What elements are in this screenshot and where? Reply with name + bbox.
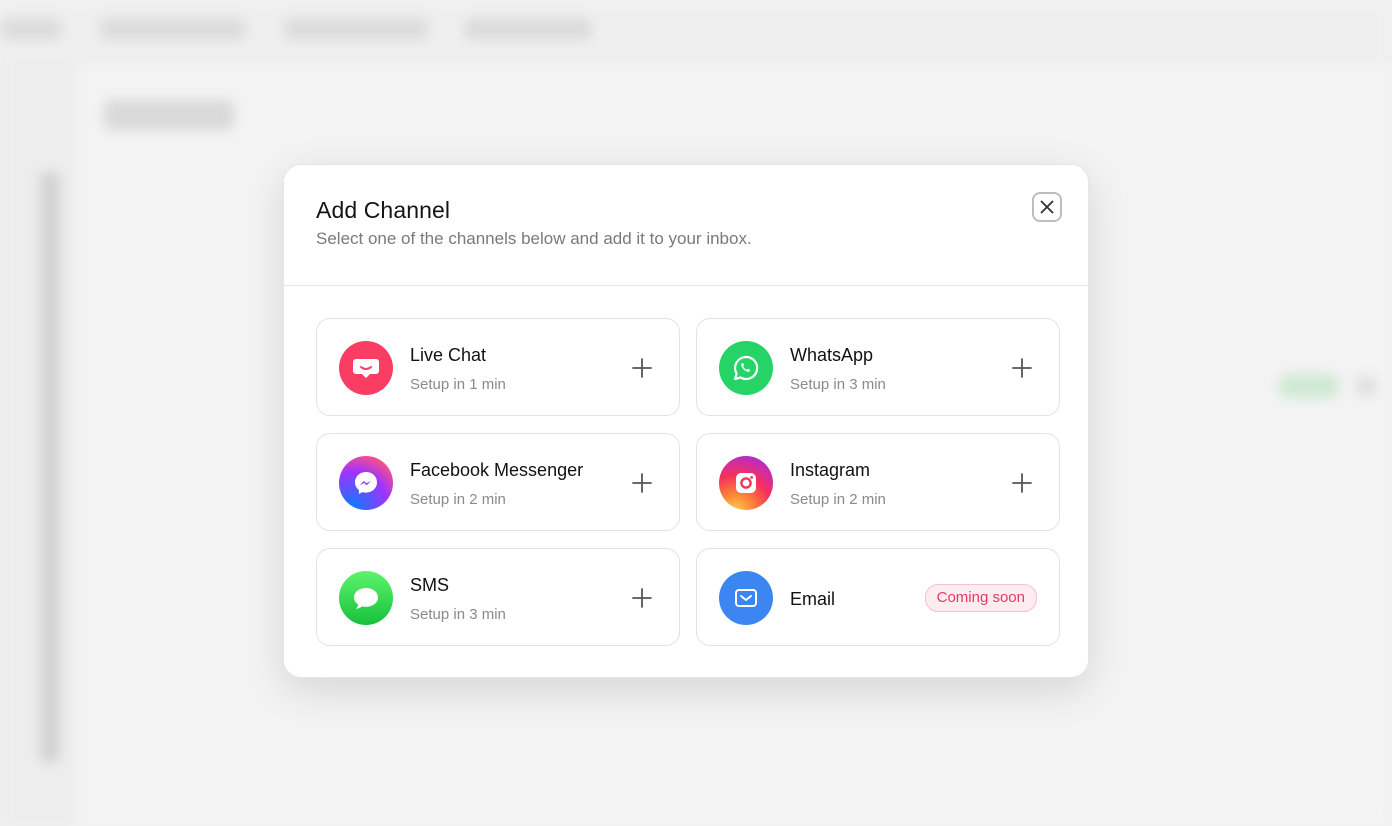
- channel-name: Facebook Messenger: [410, 460, 584, 480]
- channel-grid: Live Chat Setup in 1 min WhatsApp Setup …: [316, 318, 1060, 646]
- channel-setup-time: Setup in 2 min: [790, 491, 886, 508]
- channel-name: SMS: [410, 575, 450, 595]
- channel-setup-time: Setup in 1 min: [410, 376, 506, 393]
- background-sidebar: [0, 62, 75, 826]
- background-tab: [0, 18, 62, 40]
- background-tab: [100, 18, 246, 40]
- email-icon: [719, 571, 773, 625]
- channel-card-whatsapp[interactable]: WhatsApp Setup in 3 min: [696, 318, 1060, 416]
- coming-soon-badge: Coming soon: [924, 584, 1037, 612]
- background-topbar: [0, 0, 1392, 63]
- messenger-icon: [339, 456, 393, 510]
- channel-name: WhatsApp: [790, 345, 874, 365]
- plus-icon[interactable]: [629, 355, 655, 381]
- modal-title: Add Channel: [316, 197, 451, 223]
- channel-name: Instagram: [790, 460, 871, 480]
- sms-icon: [339, 571, 393, 625]
- channel-card-email: Email Coming soon: [696, 548, 1060, 646]
- channel-card-instagram[interactable]: Instagram Setup in 2 min: [696, 433, 1060, 531]
- plus-icon[interactable]: [1009, 470, 1035, 496]
- background-tab: [464, 18, 592, 40]
- plus-icon[interactable]: [629, 470, 655, 496]
- close-button[interactable]: [1032, 192, 1062, 222]
- background-menu: [1356, 377, 1376, 395]
- modal-subtitle: Select one of the channels below and add…: [316, 229, 752, 248]
- channel-card-sms[interactable]: SMS Setup in 3 min: [316, 548, 680, 646]
- modal-header: Add Channel Select one of the channels b…: [284, 165, 1088, 286]
- channel-card-live-chat[interactable]: Live Chat Setup in 1 min: [316, 318, 680, 416]
- background-tab: [284, 18, 428, 40]
- channel-setup-time: Setup in 2 min: [410, 491, 506, 508]
- whatsapp-icon: [719, 341, 773, 395]
- channel-setup-time: Setup in 3 min: [410, 606, 506, 623]
- channel-name: Live Chat: [410, 345, 487, 365]
- plus-icon[interactable]: [1009, 355, 1035, 381]
- close-icon: [1040, 200, 1054, 214]
- channel-card-facebook-messenger[interactable]: Facebook Messenger Setup in 2 min: [316, 433, 680, 531]
- background-status: [1278, 374, 1340, 398]
- background-rail: [40, 172, 60, 762]
- live-chat-icon: [339, 341, 393, 395]
- add-channel-modal: Add Channel Select one of the channels b…: [283, 164, 1089, 678]
- background-heading: [104, 100, 234, 130]
- instagram-icon: [719, 456, 773, 510]
- plus-icon[interactable]: [629, 585, 655, 611]
- channel-name: Email: [790, 589, 836, 609]
- channel-setup-time: Setup in 3 min: [790, 376, 886, 393]
